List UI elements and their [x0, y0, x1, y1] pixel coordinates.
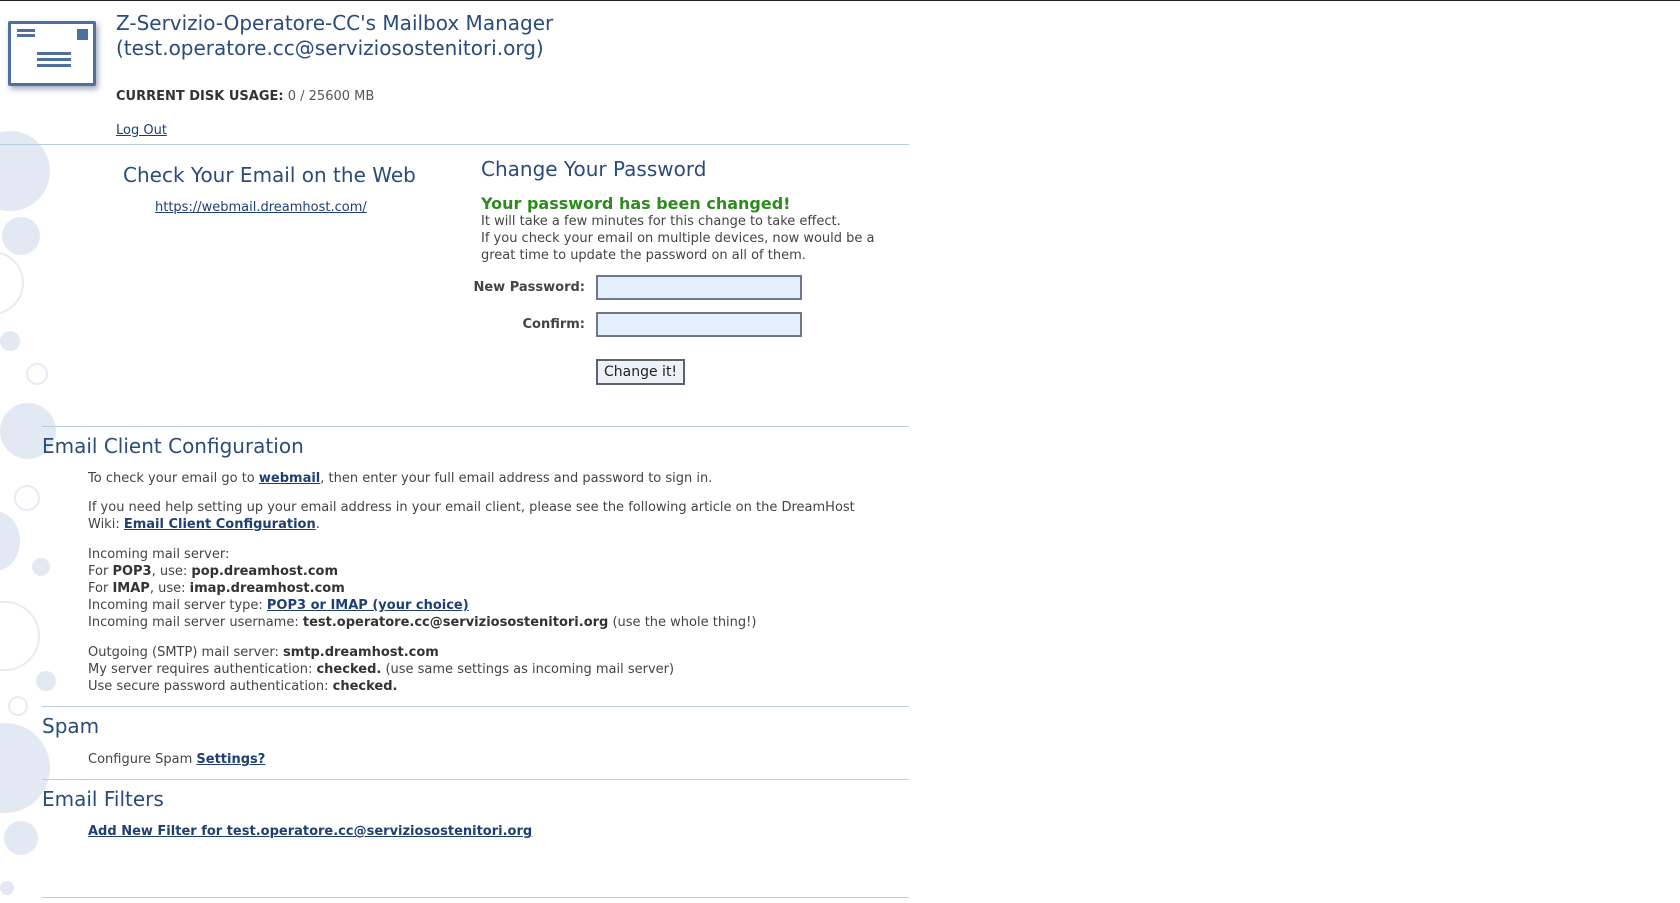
incoming-server-block: Incoming mail server: For POP3, use: pop… [88, 546, 858, 631]
disk-usage-value: 0 / 25600 MB [287, 89, 375, 104]
add-filter-link[interactable]: Add New Filter for test.operatore.cc@ser… [88, 824, 532, 839]
filters-paragraph: Add New Filter for test.operatore.cc@ser… [88, 823, 858, 840]
smtp-value: smtp.dreamhost.com [282, 645, 439, 660]
divider-config [42, 426, 909, 427]
config-webmail-paragraph: To check your email go to webmail, then … [88, 470, 858, 487]
divider-spam [42, 706, 909, 707]
config-text: For [88, 581, 113, 596]
outgoing-server-block: Outgoing (SMTP) mail server: smtp.dreamh… [88, 644, 858, 695]
webmail-url-link[interactable]: https://webmail.dreamhost.com/ [155, 200, 367, 215]
change-password-button[interactable]: Change it! [596, 359, 686, 385]
pop3-proto: POP3 [112, 564, 152, 579]
webmail-heading: Check Your Email on the Web [123, 163, 416, 187]
spam-settings-link[interactable]: Settings? [196, 752, 265, 767]
title-line-1: Z-Servizio-Operatore-CC's Mailbox Manage… [116, 11, 554, 35]
disk-usage: CURRENT DISK USAGE: 0 / 25600 MB [116, 89, 374, 104]
username-value: test.operatore.cc@serviziosostenitori.or… [302, 615, 609, 630]
username-label: Incoming mail server username: [88, 615, 303, 630]
config-text: , use: [149, 581, 190, 596]
change-password-heading: Change Your Password [481, 157, 707, 181]
server-type-label: Incoming mail server type: [88, 598, 267, 613]
email-filters-heading: Email Filters [42, 787, 164, 811]
pop3-server: pop.dreamhost.com [191, 564, 338, 579]
confirm-password-label: Confirm: [522, 317, 585, 332]
config-text: , use: [151, 564, 192, 579]
secure-auth-value: checked. [332, 679, 398, 694]
config-text: . [315, 517, 320, 532]
config-text: For [88, 564, 113, 579]
webmail-link[interactable]: webmail [259, 471, 320, 486]
password-success-message: Your password has been changed! [481, 194, 791, 213]
smtp-label: Outgoing (SMTP) mail server: [88, 645, 283, 660]
new-password-label: New Password: [473, 280, 585, 295]
config-text: , then enter your full email address and… [320, 471, 713, 486]
disk-usage-label: CURRENT DISK USAGE: [116, 89, 284, 104]
imap-proto: IMAP [112, 581, 150, 596]
config-wiki-paragraph: If you need help setting up your email a… [88, 499, 858, 533]
server-type-link[interactable]: POP3 or IMAP (your choice) [267, 598, 469, 613]
incoming-label: Incoming mail server: [88, 547, 230, 562]
email-client-config-heading: Email Client Configuration [42, 434, 304, 458]
confirm-password-input[interactable] [596, 312, 802, 337]
password-info-line-2: If you check your email on multiple devi… [481, 231, 875, 263]
secure-auth-label: Use secure password authentication: [88, 679, 333, 694]
mailbox-logo-icon [8, 21, 96, 86]
spam-text: Configure Spam [88, 752, 197, 767]
divider-bottom [42, 897, 909, 898]
page-title: Z-Servizio-Operatore-CC's Mailbox Manage… [116, 11, 553, 61]
password-info: It will take a few minutes for this chan… [481, 213, 911, 264]
title-line-2: (test.operatore.cc@serviziosostenitori.o… [116, 36, 544, 60]
mailbox-manager-page: Z-Servizio-Operatore-CC's Mailbox Manage… [0, 1, 1680, 903]
auth-value: checked. [316, 662, 382, 677]
imap-server: imap.dreamhost.com [189, 581, 345, 596]
spam-heading: Spam [42, 714, 100, 738]
spam-paragraph: Configure Spam Settings? [88, 751, 858, 768]
logout-link[interactable]: Log Out [116, 123, 167, 138]
config-text: To check your email go to [88, 471, 259, 486]
email-client-config-link[interactable]: Email Client Configuration [124, 517, 316, 532]
password-info-line-1: It will take a few minutes for this chan… [481, 214, 841, 229]
auth-label: My server requires authentication: [88, 662, 317, 677]
header-divider [0, 144, 909, 145]
new-password-input[interactable] [596, 275, 802, 300]
divider-filters [42, 779, 909, 780]
auth-note: (use same settings as incoming mail serv… [381, 662, 675, 677]
username-note: (use the whole thing!) [608, 615, 757, 630]
